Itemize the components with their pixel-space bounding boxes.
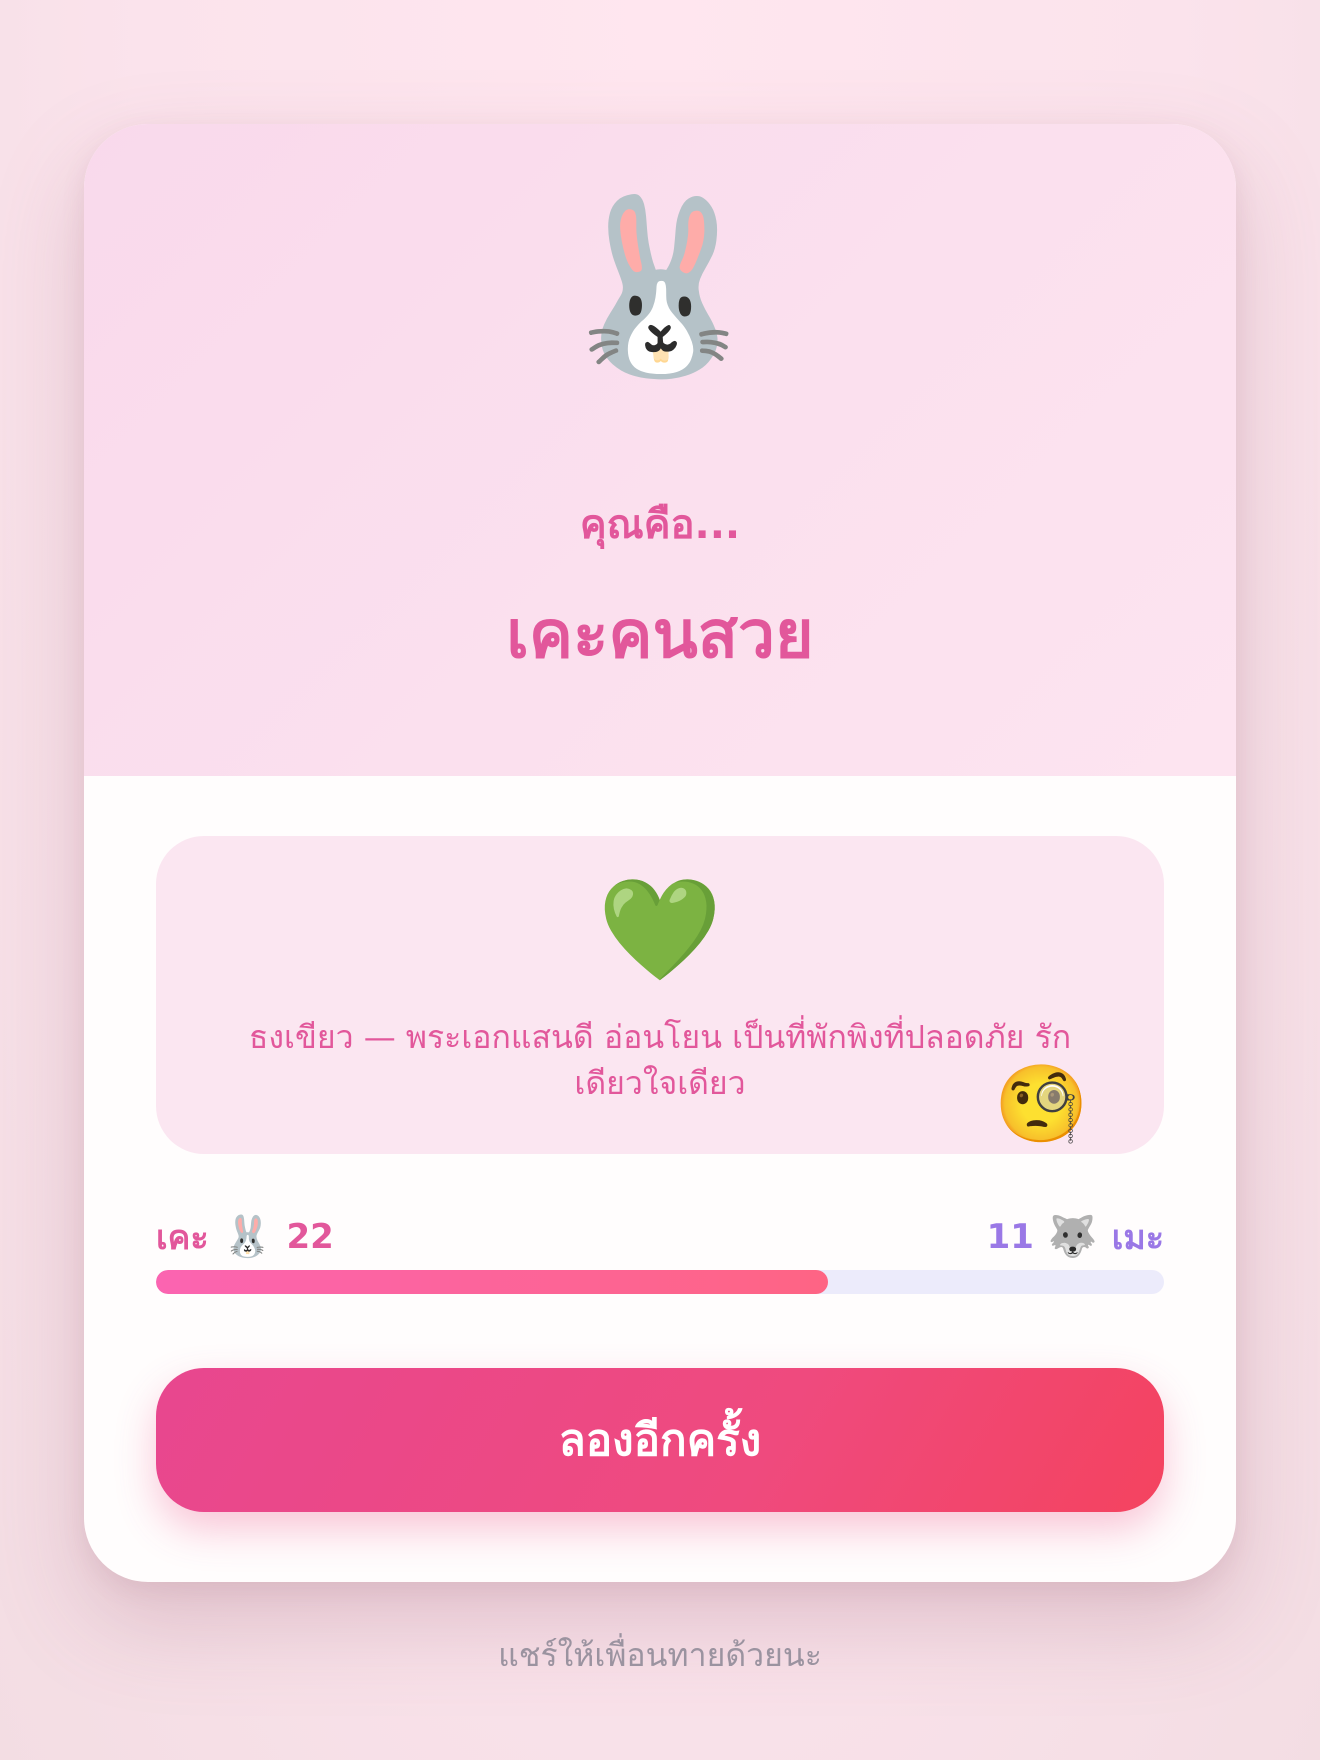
score-bar-fill bbox=[156, 1270, 829, 1294]
share-hint: แชร์ให้เพื่อนทายด้วยนะ bbox=[498, 1636, 822, 1674]
result-hero: 🐰 คุณคือ... เคะคนสวย bbox=[84, 124, 1236, 776]
green-heart-icon: 💚 bbox=[597, 871, 723, 988]
score-left-name: เคะ bbox=[156, 1218, 209, 1258]
score-bar-track bbox=[156, 1270, 1164, 1294]
score-right-value: 11 bbox=[986, 1217, 1034, 1257]
score-right: 11 🐺 เมะ bbox=[987, 1210, 1164, 1264]
monocle-face-icon: 🧐 bbox=[994, 1059, 1089, 1148]
rabbit-small-icon: 🐰 bbox=[222, 1214, 273, 1260]
rabbit-icon: 🐰 bbox=[554, 188, 766, 386]
score-left: เคะ 🐰 22 bbox=[156, 1210, 334, 1264]
description-box: 💚 ธงเขียว — พระเอกแสนดี อ่อนโยน เป็นที่พ… bbox=[156, 836, 1164, 1154]
score-right-name: เมะ bbox=[1111, 1218, 1164, 1258]
retry-button[interactable]: ลองอีกครั้ง bbox=[156, 1368, 1164, 1512]
result-eyebrow: คุณคือ... bbox=[579, 502, 741, 548]
wolf-icon: 🐺 bbox=[1047, 1214, 1098, 1260]
score-left-value: 22 bbox=[286, 1217, 334, 1257]
description-text: ธงเขียว — พระเอกแสนดี อ่อนโยน เป็นที่พัก… bbox=[248, 1018, 1072, 1102]
result-title: เคะคนสวย bbox=[506, 596, 814, 673]
result-card: 🐰 คุณคือ... เคะคนสวย 💚 ธงเขียว — พระเอกแ… bbox=[84, 124, 1236, 1582]
